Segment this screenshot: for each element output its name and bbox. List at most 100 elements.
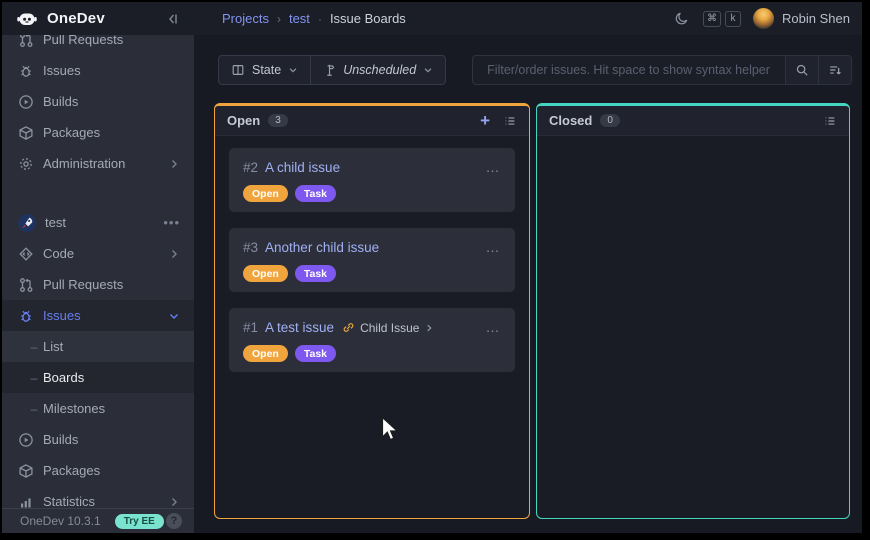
play-circle-icon: [18, 94, 34, 110]
help-button[interactable]: ?: [166, 513, 182, 529]
sidebar-section-divider: [2, 179, 194, 207]
sidebar-item-issues-list[interactable]: – List: [2, 331, 194, 362]
breadcrumb-separator: ·: [318, 12, 322, 26]
milestone-dropdown[interactable]: Unscheduled: [310, 56, 445, 84]
card-more-button[interactable]: …: [486, 245, 502, 251]
board-state-label: State: [252, 63, 281, 77]
code-icon: [18, 246, 34, 262]
card-header: #2 A child issue …: [243, 160, 501, 175]
brand-name: OneDev: [47, 10, 105, 27]
sub-item-dash: –: [30, 371, 38, 385]
chevron-right-icon: [168, 496, 180, 508]
column-menu-icon[interactable]: [823, 114, 837, 128]
link-icon: [342, 321, 355, 334]
sidebar-item-project-issues[interactable]: Issues: [2, 300, 194, 331]
gear-icon: [18, 156, 34, 172]
bug-icon: [18, 63, 34, 79]
type-badge[interactable]: Task: [295, 185, 336, 202]
column-count-badge: 3: [268, 114, 288, 127]
card-badges: Open Task: [243, 185, 501, 202]
project-more-button[interactable]: •••: [163, 215, 180, 230]
sidebar: Pull Requests Issues Builds Packages: [2, 2, 194, 533]
sidebar-item-label: Builds: [43, 94, 78, 109]
sort-button[interactable]: [818, 56, 851, 84]
sidebar-item-project-pull-requests[interactable]: Pull Requests: [2, 269, 194, 300]
sidebar-item-administration[interactable]: Administration: [2, 148, 194, 179]
sidebar-item-label: Pull Requests: [43, 277, 123, 292]
sidebar-item-issues-milestones[interactable]: – Milestones: [2, 393, 194, 424]
topbar: Projects › test · Issue Boards ⌘ k Robin…: [194, 2, 862, 35]
card-badges: Open Task: [243, 345, 501, 362]
sidebar-item-label: Boards: [43, 370, 84, 385]
card-more-button[interactable]: …: [486, 325, 502, 331]
user-name[interactable]: Robin Shen: [782, 11, 850, 26]
sub-item-dash: –: [30, 402, 38, 416]
sidebar-item-packages[interactable]: Packages: [2, 117, 194, 148]
issue-title-link[interactable]: A child issue: [265, 160, 340, 175]
onedev-logo-icon: [16, 8, 38, 30]
sidebar-item-builds[interactable]: Builds: [2, 86, 194, 117]
state-badge[interactable]: Open: [243, 345, 288, 362]
issue-card[interactable]: #2 A child issue … Open Task: [229, 148, 515, 212]
milestone-icon: [323, 63, 336, 77]
project-name: test: [45, 215, 66, 230]
chevron-down-icon: [288, 65, 298, 75]
state-badge[interactable]: Open: [243, 185, 288, 202]
sidebar-project-test[interactable]: test •••: [2, 207, 194, 238]
breadcrumb-project-link[interactable]: test: [289, 11, 310, 26]
board-controls-group: State Unscheduled: [218, 55, 446, 85]
state-badge[interactable]: Open: [243, 265, 288, 282]
column-header-closed: Closed 0: [537, 106, 849, 136]
sidebar-footer: OneDev 10.3.1 Try EE ?: [2, 508, 194, 533]
collapse-sidebar-button[interactable]: [164, 11, 180, 27]
sidebar-item-label: Packages: [43, 463, 100, 478]
type-badge[interactable]: Task: [295, 265, 336, 282]
package-icon: [18, 463, 34, 479]
board-column-closed: Closed 0: [536, 103, 850, 519]
column-header-open: Open 3 +: [215, 106, 529, 136]
card-list-open: #2 A child issue … Open Task #3 Another …: [215, 136, 529, 384]
user-avatar[interactable]: [753, 8, 774, 29]
add-issue-button[interactable]: +: [480, 112, 490, 129]
sidebar-item-issues-boards[interactable]: – Boards: [2, 362, 194, 393]
issue-number: #3: [243, 240, 258, 255]
issue-number: #2: [243, 160, 258, 175]
issue-card[interactable]: #1 A test issue Child Issue …: [229, 308, 515, 372]
type-badge[interactable]: Task: [295, 345, 336, 362]
column-actions: [823, 114, 837, 128]
issue-title-link[interactable]: Another child issue: [265, 240, 379, 255]
column-menu-icon[interactable]: [503, 114, 517, 128]
breadcrumb-page-title: Issue Boards: [330, 11, 406, 26]
play-circle-icon: [18, 432, 34, 448]
dark-mode-toggle-icon[interactable]: [674, 11, 689, 26]
sidebar-item-project-builds[interactable]: Builds: [2, 424, 194, 455]
board-toolbar: State Unscheduled: [218, 55, 852, 85]
chevron-down-icon: [168, 310, 180, 322]
try-ee-badge[interactable]: Try EE: [115, 514, 164, 529]
shortcut-cmd-key: ⌘: [703, 11, 721, 27]
board-state-dropdown[interactable]: State: [219, 56, 310, 84]
sidebar-item-project-packages[interactable]: Packages: [2, 455, 194, 486]
board-column-open: Open 3 + #2 A child issue …: [214, 103, 530, 519]
card-list-closed: [537, 136, 849, 160]
issue-number: #1: [243, 320, 258, 335]
breadcrumb-projects-link[interactable]: Projects: [222, 11, 269, 26]
search-button[interactable]: [785, 56, 818, 84]
issue-title-link[interactable]: A test issue: [265, 320, 334, 335]
filter-input[interactable]: [473, 56, 785, 84]
card-more-button[interactable]: …: [486, 165, 502, 171]
bug-icon: [18, 308, 34, 324]
card-badges: Open Task: [243, 265, 501, 282]
sidebar-item-code[interactable]: Code: [2, 238, 194, 269]
column-title: Open: [227, 113, 260, 128]
issue-card[interactable]: #3 Another child issue … Open Task: [229, 228, 515, 292]
sidebar-item-label: Code: [43, 246, 74, 261]
sidebar-item-label: Issues: [43, 308, 81, 323]
sidebar-nav: Pull Requests Issues Builds Packages: [2, 24, 194, 517]
sidebar-item-issues[interactable]: Issues: [2, 55, 194, 86]
sidebar-item-label: Packages: [43, 125, 100, 140]
sidebar-header: OneDev: [2, 2, 194, 35]
child-issue-link[interactable]: Child Issue: [342, 321, 434, 335]
sidebar-item-label: Administration: [43, 156, 125, 171]
card-header: #1 A test issue Child Issue …: [243, 320, 501, 335]
